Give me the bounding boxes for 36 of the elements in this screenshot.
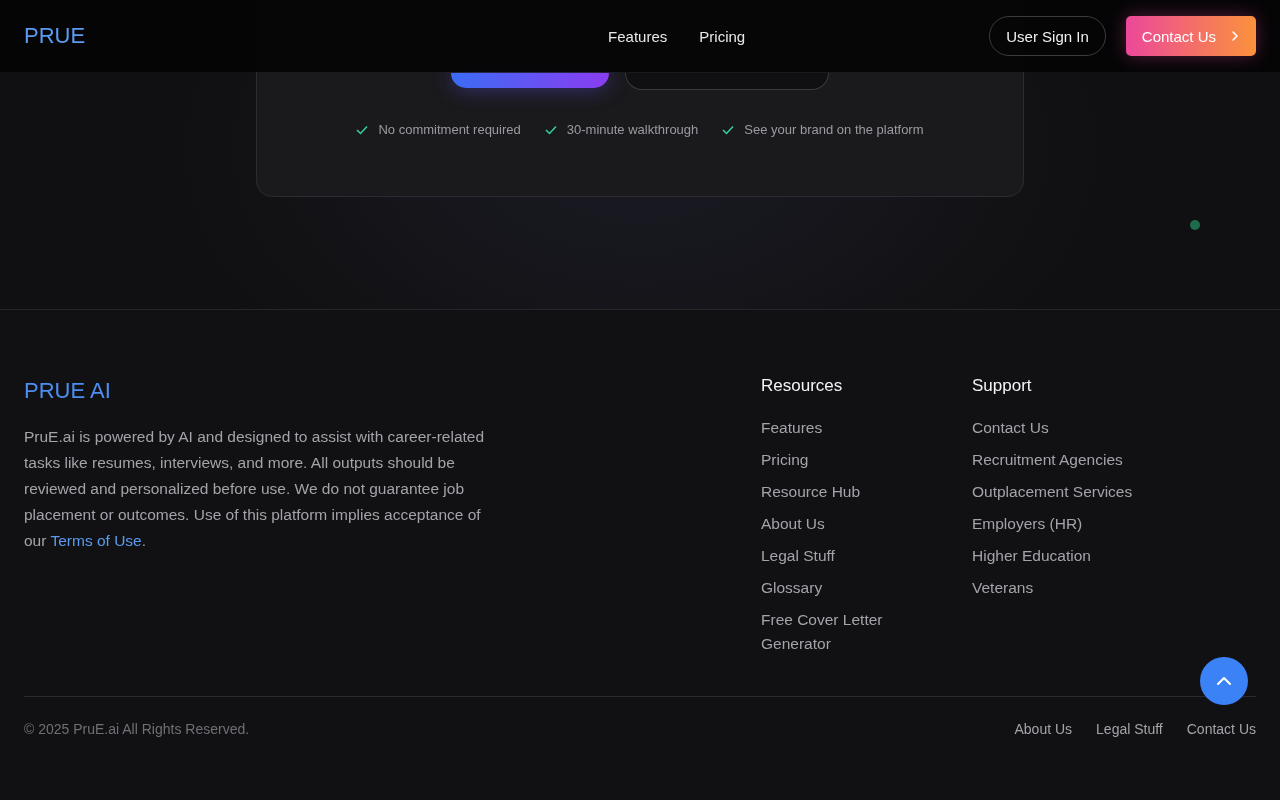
footer-link[interactable]: Recruitment Agencies [972, 448, 1142, 472]
scroll-top-button[interactable] [1200, 657, 1248, 705]
terms-link[interactable]: Terms of Use [50, 532, 142, 549]
footer-link[interactable]: Veterans [972, 576, 1142, 600]
footer-link[interactable]: About Us [761, 512, 931, 536]
feature-text: No commitment required [378, 122, 521, 137]
nav-link[interactable]: Features [608, 27, 668, 45]
footer-link[interactable]: Resource Hub [761, 480, 931, 504]
copyright-text: © 2025 PruE.ai All Rights Reserved. [24, 721, 250, 737]
column-heading: Support [972, 376, 1033, 396]
check-icon [544, 124, 557, 135]
chevron-up-icon [1216, 676, 1232, 686]
chevron-right-icon [1230, 30, 1240, 42]
feature-text: See your brand on the platform [744, 122, 924, 137]
nav-link[interactable]: Pricing [699, 27, 746, 45]
check-icon [356, 124, 369, 135]
footer-link[interactable]: Contact Us [1186, 721, 1256, 737]
footer-link[interactable]: Features [761, 416, 931, 440]
footer-link[interactable]: Higher Education [972, 544, 1142, 568]
footer-link[interactable]: Outplacement Services [972, 480, 1142, 504]
footer-link[interactable]: Free Cover Letter Generator [761, 608, 931, 656]
footer-link[interactable]: Legal Stuff [1096, 721, 1163, 737]
column-heading: Resources [761, 376, 844, 396]
footer-link[interactable]: Contact Us [972, 416, 1142, 440]
footer-brand: PRUE AI [24, 378, 112, 404]
logo[interactable]: PRUE [24, 23, 224, 49]
footer-link[interactable]: Glossary [761, 576, 931, 600]
check-icon [722, 124, 735, 135]
disclaimer-text: PruE.ai is powered by AI and designed to assist with career-related tasks like resumes, interviews, and more. All outputs should be reviewed and personalized before use. We do not guarantee job placement or outcomes. Use of this platform implies acceptance of our Terms of Use. [24, 427, 486, 551]
footer-link[interactable]: About Us [1014, 721, 1073, 737]
footer-link[interactable]: Legal Stuff [761, 544, 931, 568]
status-dot [1190, 220, 1200, 230]
feature-text: 30-minute walkthrough [566, 122, 699, 137]
primary-button[interactable] [451, 73, 609, 88]
footer-link[interactable]: Pricing [761, 448, 931, 472]
footer-link[interactable]: Employers (HR) [972, 512, 1142, 536]
